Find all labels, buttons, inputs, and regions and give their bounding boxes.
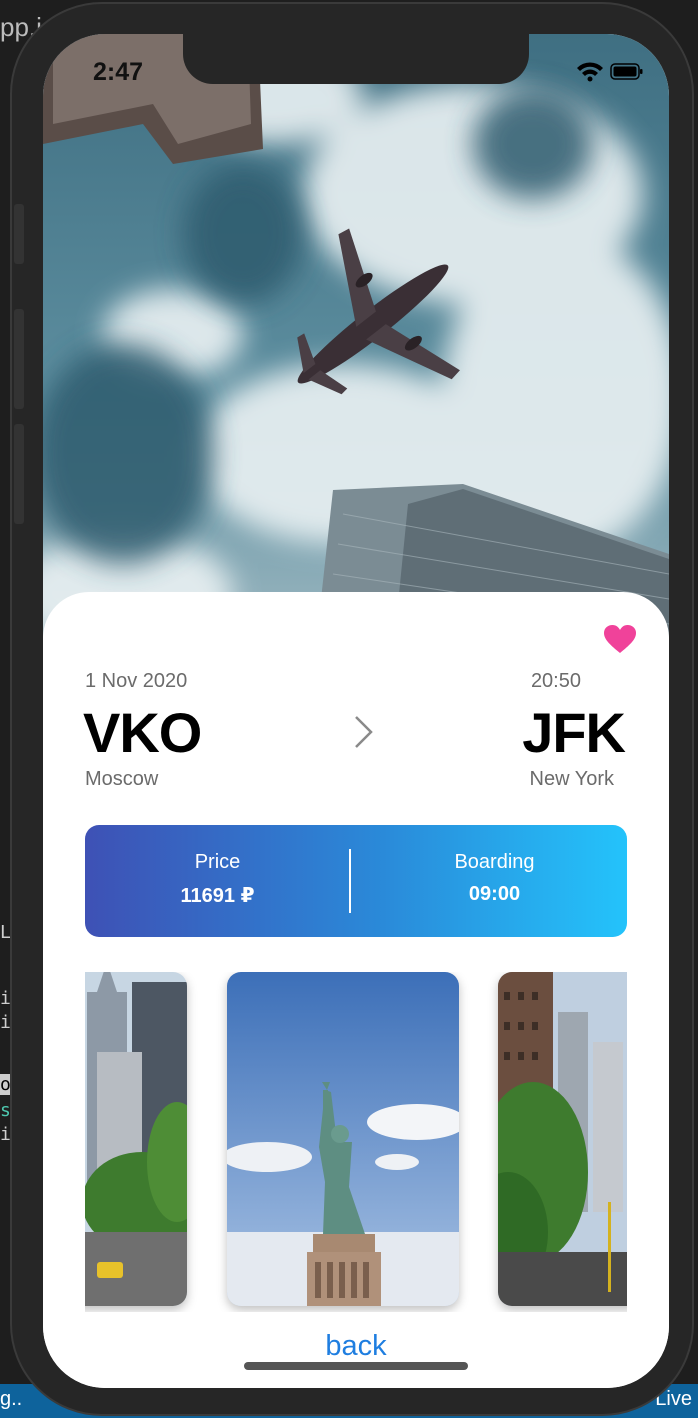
flight-date: 1 Nov 2020 bbox=[85, 670, 188, 692]
battery-icon bbox=[610, 63, 643, 80]
price-label: Price bbox=[194, 851, 241, 873]
back-button[interactable]: back bbox=[43, 1330, 669, 1363]
heart-icon[interactable] bbox=[603, 624, 637, 654]
device-side-button bbox=[14, 204, 24, 264]
status-bar-time: 2:47 bbox=[93, 58, 144, 86]
chevron-right-icon bbox=[355, 716, 373, 748]
app-screen: 2:47 1 Nov 2020 20:50 VKO JFK Moscow New… bbox=[43, 34, 669, 1388]
home-indicator[interactable] bbox=[244, 1362, 468, 1370]
departure-airport-code: VKO bbox=[83, 701, 202, 764]
editor-status-left: g.. bbox=[0, 1388, 23, 1410]
boarding-label: Boarding bbox=[454, 851, 535, 873]
carousel-photo-statue-of-liberty[interactable] bbox=[227, 972, 459, 1306]
hero-image bbox=[43, 34, 669, 654]
boarding-section: Boarding 09:00 bbox=[362, 825, 627, 937]
flight-card: 1 Nov 2020 20:50 VKO JFK Moscow New York… bbox=[43, 592, 669, 1388]
photo-carousel[interactable] bbox=[85, 972, 627, 1312]
boarding-value: 09:00 bbox=[468, 883, 521, 905]
device-notch bbox=[183, 34, 529, 84]
carousel-photo-park-avenue[interactable] bbox=[498, 972, 627, 1306]
arrival-city: New York bbox=[529, 768, 615, 790]
price-value: 11691 ₽ bbox=[180, 885, 255, 907]
flight-time: 20:50 bbox=[530, 670, 581, 692]
departure-city: Moscow bbox=[85, 768, 159, 790]
flight-info-bar: Price 11691 ₽ Boarding 09:00 bbox=[85, 825, 627, 937]
wifi-icon bbox=[577, 62, 603, 82]
price-section: Price 11691 ₽ bbox=[85, 825, 350, 937]
info-divider bbox=[349, 849, 351, 913]
arrival-airport-code: JFK bbox=[522, 701, 626, 764]
carousel-photo-city-street[interactable] bbox=[85, 972, 187, 1306]
status-bar-icons bbox=[575, 60, 645, 87]
device-side-button bbox=[14, 424, 24, 524]
device-side-button bbox=[14, 309, 24, 409]
